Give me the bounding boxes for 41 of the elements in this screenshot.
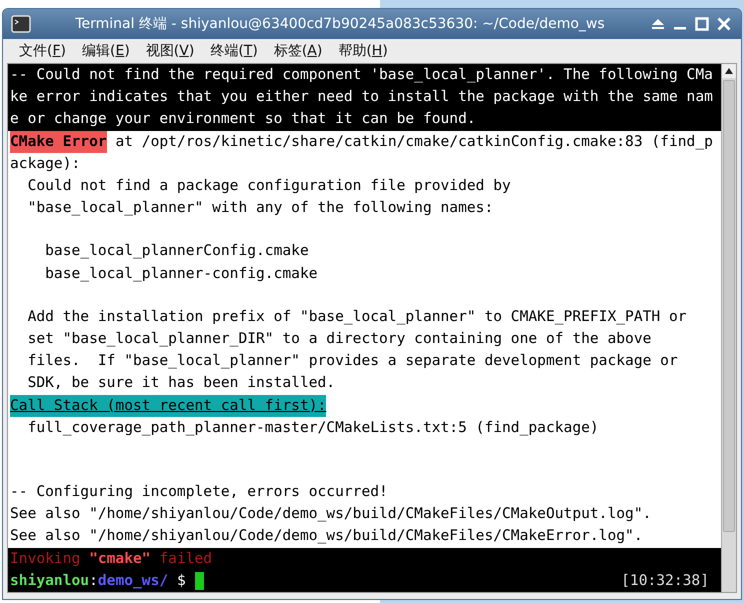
terminal-text: -- Configuring incomplete, errors occurred! <box>10 482 388 502</box>
menu-item[interactable]: 终端(T) <box>202 40 266 62</box>
call-stack-heading: Call Stack (most recent call first): <box>10 394 326 417</box>
terminal-text: See also "/home/shiyanlou/Code/demo_ws/build/CMakeFiles/CMakeError.log". <box>10 526 643 546</box>
window-title: Terminal 终端 - shiyanlou@63400cd7b90245a083c53630: ~/Code/demo_ws <box>74 15 606 33</box>
prompt-user: shiyanlou <box>10 570 90 591</box>
terminal-icon <box>11 15 31 33</box>
error-label: CMake Error <box>10 130 107 153</box>
terminal-text: Add the installation prefix of "base_local_planner" to CMAKE_PREFIX_PATH or <box>26 306 687 327</box>
menu-item[interactable]: 文件(F) <box>11 40 74 62</box>
scroll-thumb[interactable] <box>723 80 735 532</box>
menu-item[interactable]: 标签(A) <box>266 40 330 62</box>
terminal-text: e or change your environment so that it can be found. <box>10 109 476 130</box>
terminal-text: base_local_planner-config.cmake <box>44 264 318 284</box>
terminal-text: SDK, be sure it has been installed. <box>26 373 336 394</box>
terminal-text: Invoking <box>10 548 82 569</box>
menu-item[interactable]: 帮助(H) <box>330 40 396 62</box>
terminal-text: at /opt/ros/kinetic/share/catkin/cmake/catkinConfig.cmake:83 (find_p <box>114 132 713 152</box>
terminal-text: "base_local_planner" with any of the following names: <box>26 198 494 218</box>
prompt-directory: demo_ws/ <box>98 570 168 591</box>
scrollbar[interactable] <box>721 64 736 592</box>
scroll-up-icon[interactable] <box>725 68 733 74</box>
prompt-separator: : <box>89 570 98 591</box>
terminal-text: full_coverage_path_planner-master/CMakeLists.txt:5 (find_package) <box>26 418 599 438</box>
terminal-text: See also "/home/shiyanlou/Code/demo_ws/build/CMakeFiles/CMakeOutput.log". <box>10 504 652 524</box>
terminal-text: "cmake" <box>89 548 151 569</box>
terminal-text: Could not find a package configuration file provided by <box>26 176 511 196</box>
terminal-text: ke error indicates that you either need to install the package with the same nam <box>10 87 713 108</box>
terminal-text: failed <box>158 548 212 569</box>
close-icon[interactable] <box>715 15 733 33</box>
menu-item[interactable]: 视图(V) <box>138 40 202 62</box>
terminal-text: files. If "base_local_planner" provides a separate development package or <box>26 351 678 372</box>
prompt-symbol: $ <box>176 570 187 591</box>
terminal-text: set "base_local_planner_DIR" to a directory containing one of the above <box>26 329 652 349</box>
timestamp: [10:32:38] <box>621 570 709 591</box>
terminal-text: ackage): <box>10 154 80 174</box>
terminal-text: base_local_plannerConfig.cmake <box>44 241 309 262</box>
cursor <box>194 572 204 590</box>
terminal-text: -- Could not find the required component 'base_local_planner'. The following CMa <box>10 65 713 85</box>
menu-item[interactable]: 编辑(E) <box>74 40 138 62</box>
maximize-icon[interactable] <box>693 15 711 33</box>
